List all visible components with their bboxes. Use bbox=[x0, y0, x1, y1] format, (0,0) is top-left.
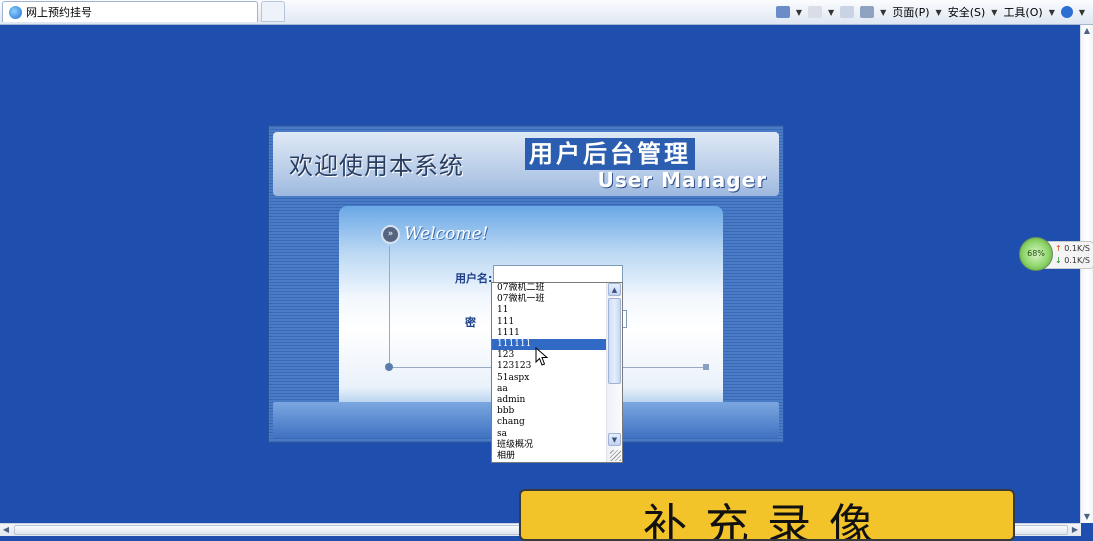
browser-toolbar: 网上预约挂号 ▼ ▼ ▼ 页面(P) ▼ 安全(S) ▼ 工具(O) ▼ ▼ bbox=[0, 0, 1093, 25]
chevron-down-icon[interactable]: ▼ bbox=[1049, 8, 1055, 17]
feeds-icon[interactable] bbox=[808, 6, 823, 18]
autocomplete-list: 07微机二班 07微机一班 11 111 1111 111111 123 123123 51as… bbox=[492, 283, 608, 462]
download-arrow-icon: ↓ bbox=[1055, 256, 1062, 265]
command-bar: ▼ ▼ ▼ 页面(P) ▼ 安全(S) ▼ 工具(O) ▼ ▼ bbox=[775, 3, 1085, 21]
mail-icon[interactable] bbox=[840, 6, 855, 18]
safety-menu[interactable]: 安全(S) bbox=[948, 4, 986, 20]
scroll-up-icon[interactable]: ▲ bbox=[608, 283, 621, 296]
network-speed-widget[interactable]: ↑ 0.1K/S ↓ 0.1K/S 68% bbox=[1019, 237, 1093, 271]
chevron-down-icon[interactable]: ▼ bbox=[1079, 8, 1085, 17]
decorative-dot bbox=[385, 363, 393, 371]
welcome-heading: 欢迎使用本系统 bbox=[289, 152, 464, 180]
tab-title: 网上预约挂号 bbox=[26, 6, 92, 19]
autocomplete-item[interactable]: 班级概况 bbox=[496, 440, 608, 451]
home-icon[interactable] bbox=[775, 6, 790, 18]
chevron-down-icon[interactable]: ▼ bbox=[991, 8, 997, 17]
autocomplete-item[interactable]: sa bbox=[496, 429, 608, 440]
chevron-down-icon[interactable]: ▼ bbox=[880, 8, 886, 17]
browser-tab[interactable]: 网上预约挂号 bbox=[2, 1, 258, 22]
new-tab-button[interactable] bbox=[261, 1, 285, 22]
autocomplete-item[interactable]: 11 bbox=[496, 305, 608, 316]
autocomplete-item[interactable]: 07微机一班 bbox=[496, 294, 608, 305]
download-rate: ↓ 0.1K/S bbox=[1055, 256, 1090, 265]
header-banner: 欢迎使用本系统 用户后台管理 User Manager bbox=[273, 132, 779, 196]
autocomplete-item[interactable]: aa bbox=[496, 384, 608, 395]
autocomplete-item[interactable]: 111111 bbox=[492, 339, 608, 351]
dropdown-scroll-thumb[interactable] bbox=[608, 298, 621, 384]
decorative-square bbox=[703, 364, 709, 370]
autocomplete-item[interactable]: 123123 bbox=[496, 361, 608, 372]
decorative-line bbox=[389, 246, 390, 368]
username-input[interactable] bbox=[493, 265, 623, 283]
autocomplete-dropdown[interactable]: 07微机二班 07微机一班 11 111 1111 111111 123 123123 51as… bbox=[491, 282, 623, 463]
chevron-down-icon[interactable]: ▼ bbox=[936, 8, 942, 17]
chevron-down-icon[interactable]: ▼ bbox=[796, 8, 802, 17]
tools-menu[interactable]: 工具(O) bbox=[1003, 4, 1042, 20]
scroll-down-icon[interactable]: ▼ bbox=[608, 433, 621, 446]
autocomplete-item[interactable]: 相册 bbox=[496, 451, 608, 462]
network-percent: 68% bbox=[1019, 237, 1053, 271]
upload-arrow-icon: ↑ bbox=[1055, 244, 1062, 253]
ie-icon bbox=[9, 5, 22, 19]
chevron-down-icon[interactable]: ▼ bbox=[828, 8, 834, 17]
scroll-up-icon[interactable]: ▲ bbox=[1081, 25, 1093, 37]
upload-rate: ↑ 0.1K/S bbox=[1055, 244, 1090, 253]
mouse-cursor-icon bbox=[535, 347, 549, 366]
username-label: 用户名: bbox=[455, 272, 493, 285]
overlay-banner: 补充录像 bbox=[519, 489, 1015, 541]
autocomplete-item[interactable]: bbb bbox=[496, 406, 608, 417]
help-icon[interactable] bbox=[1060, 6, 1073, 18]
autocomplete-item[interactable]: 111 bbox=[496, 317, 608, 328]
system-title: 用户后台管理 bbox=[525, 138, 695, 170]
resize-grip-icon[interactable] bbox=[610, 450, 621, 461]
dropdown-scrollbar[interactable]: ▲ ▼ bbox=[606, 283, 622, 462]
scroll-left-icon[interactable]: ◀ bbox=[0, 524, 12, 536]
scroll-right-icon[interactable]: ▶ bbox=[1069, 524, 1081, 536]
print-icon[interactable] bbox=[860, 6, 875, 18]
page-menu[interactable]: 页面(P) bbox=[892, 4, 929, 20]
upload-rate-value: 0.1K/S bbox=[1064, 244, 1090, 253]
autocomplete-item[interactable]: chang bbox=[496, 417, 608, 428]
arrow-circle-icon: » bbox=[381, 224, 400, 244]
welcome-badge: » Welcome! bbox=[381, 224, 488, 244]
autocomplete-item[interactable]: admin bbox=[496, 395, 608, 406]
autocomplete-item[interactable]: 07微机二班 bbox=[496, 283, 608, 294]
welcome-text: Welcome! bbox=[404, 224, 489, 244]
autocomplete-item[interactable]: 1111 bbox=[496, 328, 608, 339]
autocomplete-item[interactable]: 51aspx bbox=[496, 373, 608, 384]
autocomplete-item[interactable]: 123 bbox=[496, 350, 608, 361]
system-title-en: User Manager bbox=[597, 168, 767, 192]
vertical-scrollbar[interactable]: ▲ ▼ bbox=[1080, 25, 1093, 523]
scroll-down-icon[interactable]: ▼ bbox=[1081, 511, 1093, 523]
download-rate-value: 0.1K/S bbox=[1064, 256, 1090, 265]
